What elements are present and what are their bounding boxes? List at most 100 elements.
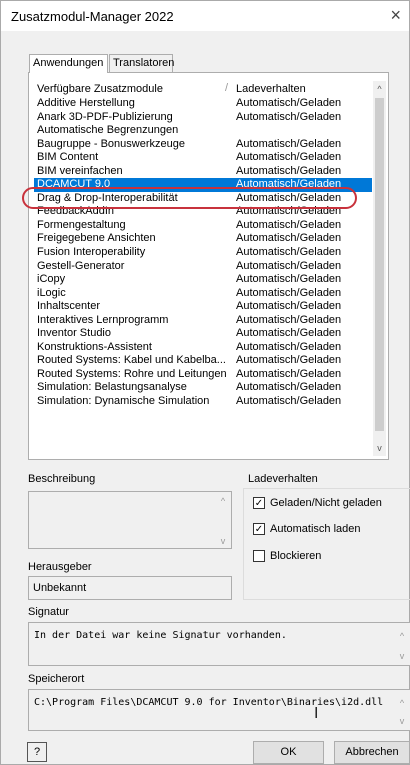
list-item[interactable]: Anark 3D-PDF-Publizierung Automatisch/Gel… [34,111,372,125]
list-item[interactable]: Freigegebene Ansichten Automatisch/Gelade… [34,232,372,246]
addin-name: BIM Content [37,151,99,164]
help-icon: ? [33,746,41,758]
checkbox-label: Automatisch laden [270,523,361,535]
scroll-up-icon[interactable]: ^ [396,631,408,641]
addin-name: FeedbackAddIn [37,205,115,218]
scroll-up-icon[interactable]: ^ [396,698,408,708]
scroll-down-icon[interactable]: v [373,440,386,456]
scroll-down-icon[interactable]: v [217,536,229,546]
addin-load-behavior: Automatisch/Geladen [236,286,342,299]
tab-translatoren[interactable]: Translatoren [109,54,174,72]
cancel-button[interactable]: Abbrechen [334,741,410,764]
speicherort-field[interactable]: C:\Program Files\DCAMCUT 9.0 for Invento… [28,689,410,731]
addin-name: Baugruppe - Bonuswerkzeuge [37,137,185,150]
speicherort-value: C:\Program Files\DCAMCUT 9.0 for Invento… [34,697,384,708]
signatur-label: Signatur [28,606,69,618]
addin-name: Routed Systems: Kabel und Kabelba... [37,354,226,367]
addin-load-behavior: Automatisch/Geladen [236,205,342,218]
beschreibung-label: Beschreibung [28,473,96,485]
scroll-up-icon[interactable]: ^ [373,81,386,97]
checkbox-label: Geladen/Nicht geladen [270,497,382,509]
list-item[interactable]: Konstruktions-Assistent Automatisch/Gelad… [34,341,372,355]
list-item[interactable]: Baugruppe - Bonuswerkzeuge Automatisch/Ge… [34,138,372,152]
list-item[interactable]: Formengestaltung Automatisch/Geladen [34,219,372,233]
column-header-behavior[interactable]: Ladeverhalten [236,83,306,95]
addin-name: Drag & Drop-Interoperabilität [37,191,178,204]
addin-load-behavior: Automatisch/Geladen [236,110,342,123]
addin-load-behavior: Automatisch/Geladen [236,273,342,286]
window-title: Zusatzmodul-Manager 2022 [11,9,174,24]
herausgeber-label: Herausgeber [28,561,92,573]
addin-load-behavior: Automatisch/Geladen [236,246,342,259]
addin-name: Interaktives Lernprogramm [37,313,169,326]
list-item[interactable]: iCopy Automatisch/Geladen [34,273,372,287]
list-item[interactable]: Fusion Interoperability Automatisch/Gelad… [34,246,372,260]
addin-name: Inhaltscenter [37,300,100,313]
addin-manager-window: Zusatzmodul-Manager 2022 × Anwendungen T… [0,0,410,765]
scroll-down-icon[interactable]: v [396,651,408,661]
list-item[interactable]: Additive Herstellung Automatisch/Geladen [34,97,372,111]
herausgeber-value: Unbekannt [33,582,87,594]
addin-load-behavior: Automatisch/Geladen [236,259,342,272]
signatur-value: In der Datei war keine Signatur vorhande… [34,630,287,641]
list-item[interactable]: Gestell-Generator Automatisch/Geladen [34,260,372,274]
addin-load-behavior: Automatisch/Geladen [236,164,342,177]
list-item[interactable]: Simulation: Dynamische Simulation Automat… [34,395,372,409]
list-item[interactable]: Routed Systems: Rohre und Leitungen Autom… [34,368,372,382]
addin-name: Routed Systems: Rohre und Leitungen [37,367,227,380]
scroll-up-icon[interactable]: ^ [217,496,229,506]
addin-name: Anark 3D-PDF-Publizierung [37,110,173,123]
list-item[interactable]: Inventor Studio Automatisch/Geladen [34,327,372,341]
addin-name: Simulation: Dynamische Simulation [37,395,210,408]
list-item[interactable]: iLogic Automatisch/Geladen [34,287,372,301]
column-header-name[interactable]: Verfügbare Zusatzmodule [37,83,163,95]
addin-list[interactable]: Verfügbare Zusatzmodule / Ladeverhalten … [34,81,386,456]
addin-name: Additive Herstellung [37,97,135,109]
check-icon[interactable]: ✓ [253,523,265,535]
beschreibung-field[interactable]: ^ v [28,491,232,549]
list-item[interactable]: DCAMCUT 9.0 Automatisch/Geladen [34,178,372,192]
addin-load-behavior: Automatisch/Geladen [236,137,342,150]
scroll-thumb[interactable] [375,98,384,431]
addin-load-behavior: Automatisch/Geladen [236,151,342,164]
addin-name: Fusion Interoperability [37,246,146,259]
checkbox-label: Blockieren [270,550,322,562]
speicherort-label: Speicherort [28,673,85,685]
addin-name: iCopy [37,273,66,286]
check-icon[interactable]: ✓ [253,497,265,509]
addin-load-behavior: Automatisch/Geladen [236,178,342,191]
addin-name: Inventor Studio [37,327,111,340]
addin-load-behavior: Automatisch/Geladen [236,340,342,353]
addin-load-behavior: Automatisch/Geladen [236,327,342,340]
list-scrollbar[interactable]: ^ v [373,81,386,456]
addin-load-behavior: Automatisch/Geladen [236,313,342,326]
tab-anwendungen[interactable]: Anwendungen [29,54,108,73]
list-item[interactable]: Routed Systems: Kabel und Kabelba... Auto… [34,354,372,368]
column-separator: / [225,82,229,94]
addin-load-behavior: Automatisch/Geladen [236,354,342,367]
addin-load-behavior: Automatisch/Geladen [236,395,342,408]
addin-load-behavior: Automatisch/Geladen [236,381,342,394]
addin-name: Konstruktions-Assistent [37,340,152,353]
herausgeber-field[interactable]: Unbekannt [28,576,232,600]
list-item[interactable]: Simulation: Belastungsanalyse Automatisch… [34,381,372,395]
signatur-field[interactable]: In der Datei war keine Signatur vorhande… [28,622,410,666]
list-item[interactable]: Automatische Begrenzungen [34,124,372,138]
scroll-down-icon[interactable]: v [396,716,408,726]
addin-name: Gestell-Generator [37,259,125,272]
ladeverhalten-label: Ladeverhalten [248,473,318,485]
addin-load-behavior: Automatisch/Geladen [236,367,342,380]
help-button[interactable]: ? [27,742,47,762]
addin-load-behavior: Automatisch/Geladen [236,232,342,245]
list-item[interactable]: Interaktives Lernprogramm Automatisch/Gel… [34,314,372,328]
ok-button[interactable]: OK [253,741,324,764]
list-item[interactable]: BIM Content Automatisch/Geladen [34,151,372,165]
list-item[interactable]: Inhaltscenter Automatisch/Geladen [34,300,372,314]
close-icon[interactable]: × [390,5,401,25]
addin-name: iLogic [37,286,66,299]
checkbox-box[interactable] [253,550,265,562]
list-item[interactable]: FeedbackAddIn Automatisch/Geladen [34,205,372,219]
list-item[interactable]: Drag & Drop-Interoperabilität Automatisch… [34,192,372,206]
addin-name: Freigegebene Ansichten [37,232,156,245]
list-item[interactable]: BIM vereinfachen Automatisch/Geladen [34,165,372,179]
